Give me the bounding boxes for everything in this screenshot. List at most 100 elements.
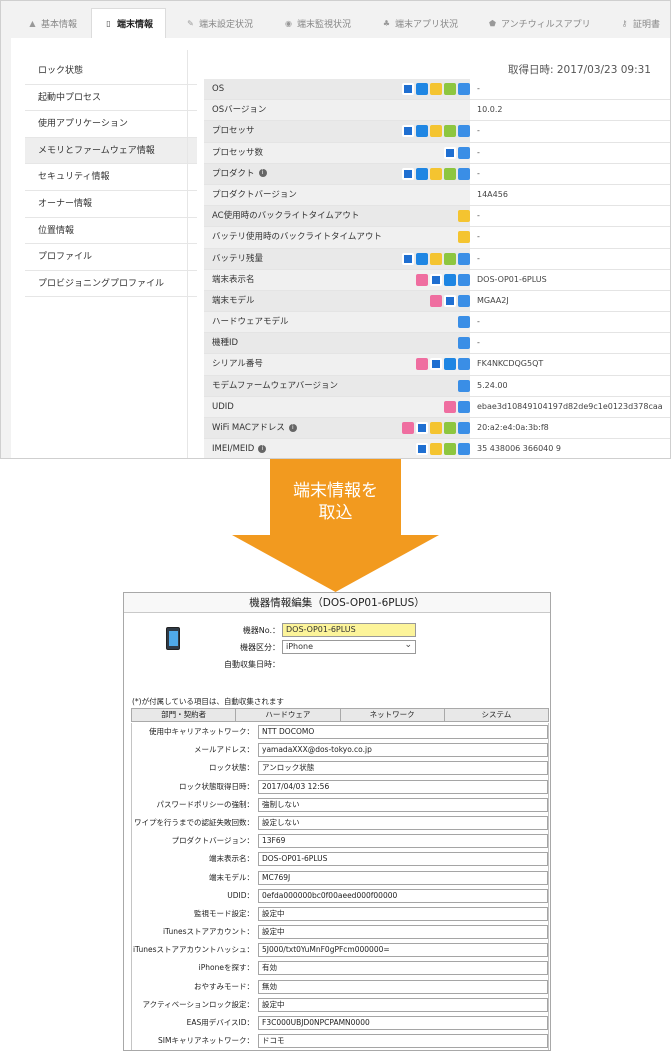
row-label-cell: バッテリ使用時のバックライトタイムアウト <box>204 227 470 248</box>
platform-badges <box>444 146 470 159</box>
row-label: バッテリ使用時のバックライトタイムアウト <box>212 232 382 243</box>
row-label: UDID <box>212 401 234 412</box>
row-value: 14A456 <box>477 189 508 199</box>
platform-blu-icon <box>458 294 470 307</box>
tab-1[interactable]: ▯ 端末情報 <box>91 8 167 38</box>
row-value: 35 438006 366040 9 <box>477 444 561 454</box>
device-no-input[interactable]: DOS-OP01-6PLUS <box>282 623 416 637</box>
field-input[interactable]: MC769J <box>258 870 548 885</box>
field-input[interactable]: 13F69 <box>258 834 548 849</box>
table-row: プロセッサ - <box>204 121 670 143</box>
person-icon: ▲ <box>29 18 36 28</box>
device-type-select[interactable]: iPhone <box>282 639 416 654</box>
field-input[interactable]: 5J000/txt0YuMnF0gPFcm000000= <box>258 943 548 958</box>
field-input[interactable]: 設定中 <box>258 997 548 1012</box>
platform-grn-icon <box>444 422 456 434</box>
platform-yel-icon <box>458 210 470 223</box>
row-label-cell: WiFi MACアドレス i <box>204 418 470 439</box>
platform-blu-icon <box>458 167 470 180</box>
info-icon[interactable]: i <box>288 423 297 432</box>
field-input[interactable]: 無効 <box>258 979 548 994</box>
platform-badges <box>458 231 470 244</box>
field-input[interactable]: 設定しない <box>258 815 548 830</box>
platform-badges <box>416 443 470 456</box>
field-input[interactable]: yamadaXXX@dos-tokyo.co.jp <box>258 743 548 758</box>
field-label: ロック状態取得日時： <box>179 781 254 791</box>
shield-icon: ⬟ <box>489 18 496 28</box>
table-row: 機種ID - <box>204 333 670 355</box>
platform-yel-icon <box>430 422 442 434</box>
row-label-cell: UDID <box>204 396 470 417</box>
field-input[interactable]: 0efda000000bc0f00aeed000f00000 <box>258 888 548 903</box>
platform-yel-icon <box>430 443 442 456</box>
form-row: メールアドレス： yamadaXXX@dos-tokyo.co.jp <box>132 741 548 759</box>
sidebar-item-7[interactable]: プロファイル <box>25 244 197 271</box>
apps-icon: ♣ <box>382 18 391 28</box>
platform-winsq-icon <box>444 358 456 371</box>
tab-3[interactable]: ◉ 端末監視状況 <box>284 8 351 38</box>
info-icon[interactable]: i <box>258 444 267 453</box>
info-icon[interactable]: i <box>258 169 267 178</box>
row-label-cell: OS <box>204 79 470 100</box>
sidebar-item-8[interactable]: プロビジョニングプロファイル <box>25 271 197 298</box>
auto-collect-label: 自動収集日時： <box>224 660 280 669</box>
subtab-3[interactable]: システム <box>444 708 549 722</box>
arrow-caption: 端末情報を 取込 <box>232 480 439 524</box>
platform-yel-icon <box>458 231 470 244</box>
platform-blu-icon <box>458 146 470 159</box>
row-value: - <box>477 147 480 157</box>
smartphone-icon <box>166 627 180 650</box>
row-label-cell: プロセッサ <box>204 121 470 142</box>
field-input[interactable]: 強制しない <box>258 797 548 812</box>
field-input[interactable]: NTT DOCOMO <box>258 725 548 739</box>
row-value: 10.0.2 <box>477 105 503 115</box>
arrow-caption-line1: 端末情報を <box>293 481 378 501</box>
platform-winsq-icon <box>416 125 428 138</box>
table-row: ハードウェアモデル - <box>204 312 670 334</box>
field-input[interactable]: 有効 <box>258 961 548 976</box>
subtab-0[interactable]: 部門・契約者 <box>131 708 237 722</box>
sidebar-item-1[interactable]: 起動中プロセス <box>25 85 197 112</box>
tab-5[interactable]: ⬟ アンチウィルスアプリ <box>488 8 591 38</box>
device-type-value: iPhone <box>286 642 314 651</box>
row-value: - <box>477 84 480 93</box>
platform-blu-icon <box>458 316 470 329</box>
table-row: IMEI/MEID i 35 438006 366040 9 <box>204 439 670 458</box>
form-row: プロダクトバージョン： 13F69 <box>132 832 548 850</box>
sidebar-item-5[interactable]: オーナー情報 <box>25 191 197 218</box>
tab-0[interactable]: ▲ 基本情報 <box>28 8 77 38</box>
row-value: DOS-OP01-6PLUS <box>477 274 547 284</box>
sidebar-item-2[interactable]: 使用アプリケーション <box>25 111 197 138</box>
row-label-cell: IMEI/MEID i <box>204 439 470 458</box>
table-row: AC使用時のバックライトタイムアウト - <box>204 206 670 228</box>
subtab-2[interactable]: ネットワーク <box>340 708 445 722</box>
sidebar-item-6[interactable]: 位置情報 <box>25 218 197 245</box>
row-label: プロセッサ <box>212 126 255 137</box>
field-input[interactable]: 2017/04/03 12:56 <box>258 779 548 794</box>
table-row: OSバージョン 10.0.2 <box>204 100 670 122</box>
field-input[interactable]: F3C000UBJD0NPCPAMN0000 <box>258 1016 548 1030</box>
platform-win-icon <box>416 443 428 456</box>
tab-6[interactable]: ⚷ 証明書 <box>620 8 660 38</box>
form-row: ワイプを行うまでの認証失敗回数： 設定しない <box>132 814 548 832</box>
subtab-1[interactable]: ハードウェア <box>236 708 341 722</box>
tab-4[interactable]: ♣ 端末アプリ状況 <box>382 8 458 38</box>
platform-winsq-icon <box>416 252 428 265</box>
field-input[interactable]: ドコモ <box>258 1034 548 1049</box>
row-label-cell: OSバージョン <box>204 100 470 121</box>
sidebar-item-3[interactable]: メモリとファームウェア情報 <box>25 137 197 165</box>
field-input[interactable]: アンロック状態 <box>258 761 548 776</box>
field-input[interactable]: 設定中 <box>258 925 548 940</box>
tab-2[interactable]: ✎ 端末設定状況 <box>186 8 253 38</box>
sidebar-item-0[interactable]: ロック状態 <box>25 58 197 85</box>
tab-label: 基本情報 <box>41 19 78 30</box>
platform-win-icon <box>402 125 414 138</box>
field-input[interactable]: DOS-OP01-6PLUS <box>258 852 548 867</box>
platform-blu-icon <box>458 337 470 350</box>
sidebar-item-4[interactable]: セキュリティ情報 <box>25 164 197 191</box>
platform-yel-icon <box>430 167 442 180</box>
field-label: おやすみモード： <box>194 981 254 991</box>
field-input[interactable]: 設定中 <box>258 906 548 921</box>
row-value: 20:a2:e4:0a:3b:f8 <box>477 423 549 432</box>
sidebar-divider <box>187 50 188 458</box>
